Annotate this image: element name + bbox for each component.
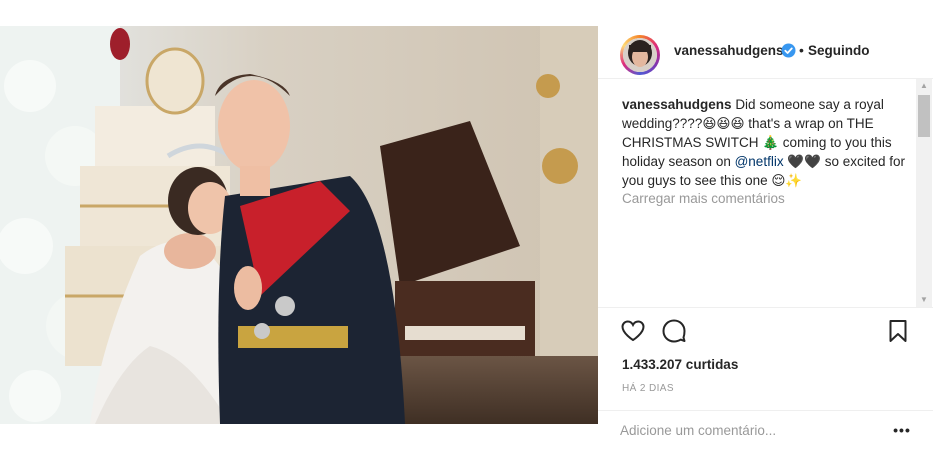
post-details-panel: vanessahudgens • Seguindo vanessahudgens… bbox=[598, 26, 933, 450]
avatar-image bbox=[623, 38, 657, 72]
post-header: vanessahudgens • Seguindo bbox=[598, 26, 933, 79]
post-photo[interactable] bbox=[0, 26, 598, 424]
verified-badge-icon bbox=[781, 43, 796, 58]
post-timestamp[interactable]: HÁ 2 DIAS bbox=[622, 383, 674, 394]
load-more-comments-button[interactable]: Carregar mais comentários bbox=[622, 191, 785, 206]
avatar[interactable] bbox=[623, 38, 657, 72]
comments-scrollbar[interactable]: ▲ ▼ bbox=[916, 79, 932, 307]
header-username[interactable]: vanessahudgens bbox=[674, 43, 784, 58]
post-photo-image bbox=[0, 26, 598, 424]
like-count[interactable]: 1.433.207 curtidas bbox=[622, 357, 738, 372]
follow-status-button[interactable]: Seguindo bbox=[808, 43, 870, 58]
scroll-thumb[interactable] bbox=[918, 95, 930, 137]
comment-bubble-icon[interactable] bbox=[661, 318, 687, 344]
comment-input[interactable] bbox=[620, 419, 870, 441]
caption-mention-link[interactable]: @netflix bbox=[735, 154, 784, 169]
add-comment-bar: ••• bbox=[598, 410, 933, 451]
more-options-icon[interactable]: ••• bbox=[892, 419, 912, 441]
story-ring[interactable] bbox=[620, 35, 660, 75]
separator-dot: • bbox=[799, 42, 804, 58]
heart-icon[interactable] bbox=[620, 318, 646, 344]
bookmark-icon[interactable] bbox=[885, 318, 911, 344]
scroll-up-arrow-icon[interactable]: ▲ bbox=[916, 79, 932, 93]
comments-section: vanessahudgens Did someone say a royal w… bbox=[598, 79, 933, 307]
caption-username[interactable]: vanessahudgens bbox=[622, 97, 732, 112]
caption: vanessahudgens Did someone say a royal w… bbox=[622, 95, 914, 190]
post-container: vanessahudgens • Seguindo vanessahudgens… bbox=[0, 26, 933, 450]
action-bar: 1.433.207 curtidas HÁ 2 DIAS bbox=[598, 307, 933, 419]
scroll-down-arrow-icon[interactable]: ▼ bbox=[916, 293, 932, 307]
